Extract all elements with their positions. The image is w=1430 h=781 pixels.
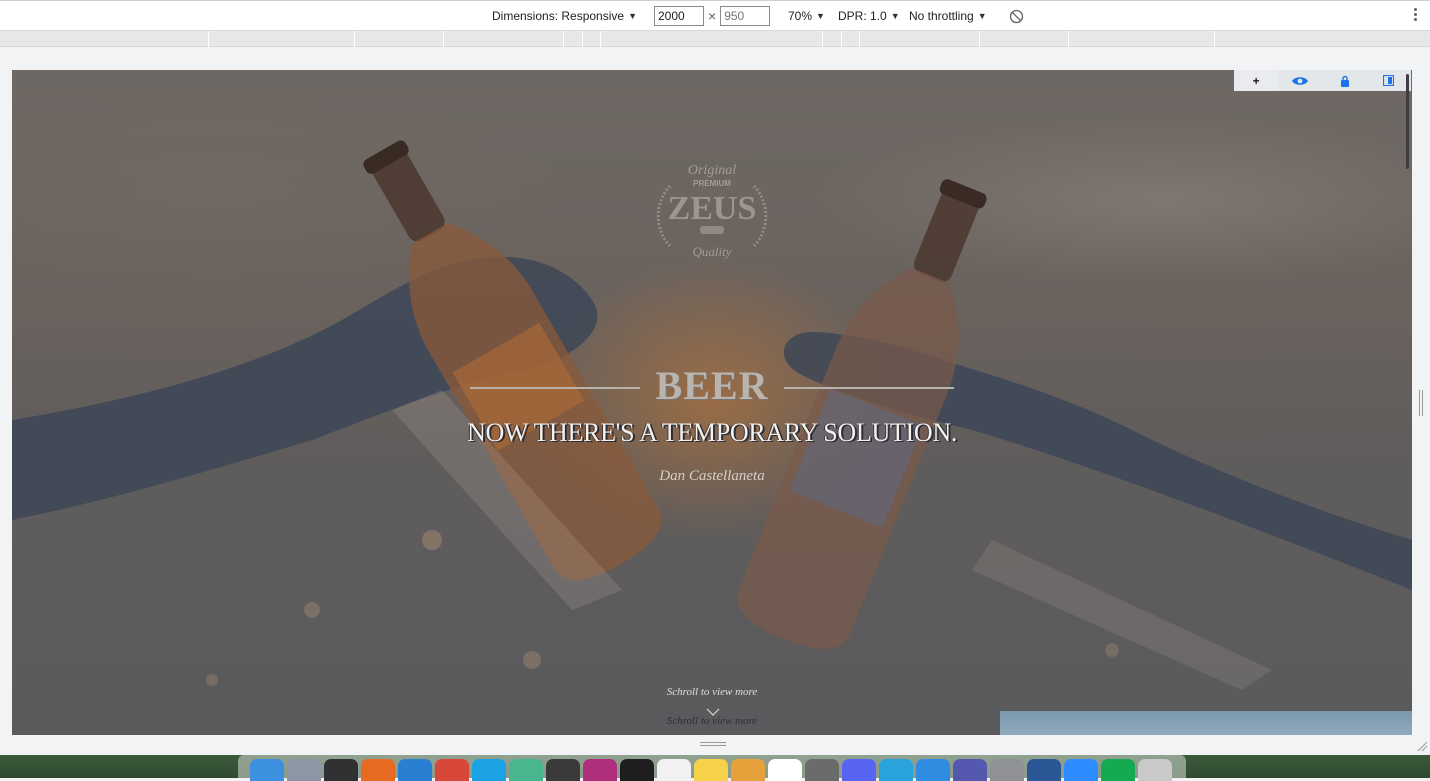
dock bbox=[238, 755, 1186, 781]
viewport-scrollbar[interactable] bbox=[1406, 74, 1409, 169]
extension-toolbar: + bbox=[1234, 70, 1411, 91]
scroll-hint[interactable]: Schroll to view more bbox=[12, 686, 1412, 698]
zoom-dropdown[interactable]: 70% ▼ bbox=[788, 9, 825, 23]
resize-handle-bottom[interactable] bbox=[700, 742, 726, 748]
dpr-dropdown[interactable]: DPR: 1.0 ▼ bbox=[838, 9, 900, 23]
resize-handle-right[interactable] bbox=[1419, 390, 1425, 416]
rotate-icon bbox=[1009, 9, 1024, 24]
zoom-label: 70% bbox=[788, 9, 813, 23]
throttling-label: No throttling bbox=[909, 9, 974, 23]
width-input[interactable] bbox=[654, 6, 704, 26]
chevron-down-icon: ▼ bbox=[628, 11, 637, 21]
quote-author: Dan Castellaneta bbox=[659, 468, 765, 484]
logo-original-text: Original bbox=[688, 163, 736, 178]
lock-icon bbox=[1340, 75, 1349, 87]
media-query-bar[interactable] bbox=[0, 31, 1430, 47]
logo-quality-text: Quality bbox=[693, 244, 732, 259]
right-rule bbox=[784, 387, 954, 389]
resize-handle-corner[interactable] bbox=[1416, 740, 1428, 752]
hero-heading: BEER bbox=[470, 360, 954, 410]
eye-icon bbox=[1292, 76, 1309, 85]
device-toolbar: Dimensions: Responsive ▼ × 70% ▼ DPR: 1.… bbox=[0, 0, 1430, 31]
beer-title: BEER bbox=[655, 362, 769, 408]
add-button[interactable]: + bbox=[1234, 70, 1279, 91]
logo-brand-text: ZEUS bbox=[668, 190, 757, 227]
rotate-button[interactable] bbox=[1009, 9, 1024, 24]
add-label: + bbox=[1252, 73, 1260, 88]
throttling-dropdown[interactable]: No throttling ▼ bbox=[909, 9, 987, 23]
panel-toggle-button[interactable] bbox=[1367, 70, 1411, 91]
more-options-icon[interactable] bbox=[1414, 8, 1418, 21]
chevron-down-icon: ▼ bbox=[977, 11, 987, 21]
hero-quote: NOW THERE'S A TEMPORARY SOLUTION. bbox=[466, 418, 958, 447]
next-section-image bbox=[1000, 711, 1412, 735]
eye-button[interactable] bbox=[1278, 70, 1322, 91]
times-sign: × bbox=[708, 8, 717, 24]
emulated-viewport: Original PREMIUM ZEUS Quality BEER NOW T… bbox=[12, 70, 1412, 735]
dimensions-dropdown[interactable]: Dimensions: Responsive ▼ bbox=[492, 9, 637, 23]
chevron-down-icon: ▼ bbox=[890, 11, 900, 21]
dimensions-label: Dimensions: Responsive bbox=[492, 9, 625, 23]
logo-premium-text: PREMIUM bbox=[693, 179, 731, 188]
zeus-logo: Original PREMIUM ZEUS Quality bbox=[656, 163, 768, 259]
chevron-down-icon: ▼ bbox=[816, 11, 825, 21]
panel-toggle-icon bbox=[1383, 75, 1395, 86]
lock-button[interactable] bbox=[1323, 70, 1367, 91]
left-rule bbox=[470, 387, 640, 389]
height-input[interactable] bbox=[720, 6, 771, 26]
dpr-label: DPR: 1.0 bbox=[838, 9, 887, 23]
